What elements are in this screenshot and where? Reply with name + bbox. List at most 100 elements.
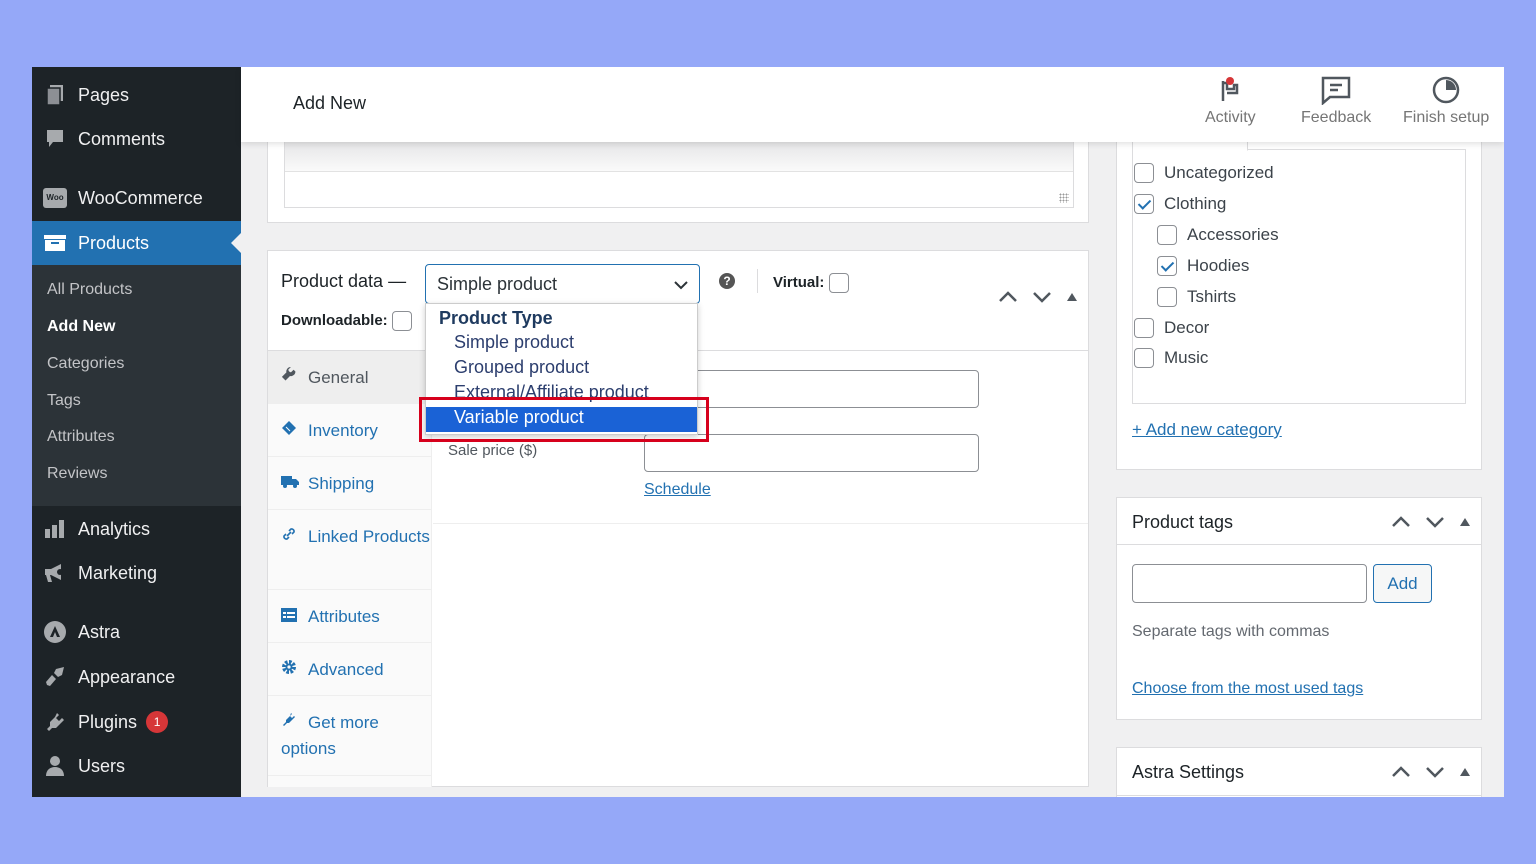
tab-general[interactable]: General — [268, 351, 432, 404]
category-label: Clothing — [1164, 194, 1227, 213]
sidebar-item-marketing[interactable]: Marketing — [32, 551, 241, 595]
sidebar-item-label: Appearance — [78, 666, 176, 687]
astra-settings-box: Astra Settings — [1116, 747, 1482, 797]
move-up-icon[interactable] — [1391, 766, 1411, 778]
submenu-add-new[interactable]: Add New — [47, 318, 115, 336]
tab-attributes[interactable]: Attributes — [268, 590, 432, 643]
category-label: Decor — [1164, 318, 1210, 337]
category-checkbox[interactable] — [1134, 348, 1154, 368]
list-icon — [281, 590, 308, 643]
choose-most-used-tags-link[interactable]: Choose from the most used tags — [1132, 680, 1363, 698]
sidebar-item-plugins[interactable]: Plugins 1 — [32, 700, 241, 744]
sidebar-item-appearance[interactable]: Appearance — [32, 655, 241, 699]
move-down-icon[interactable] — [1032, 291, 1052, 303]
plug-icon — [281, 710, 308, 736]
dropdown-group-label: Product Type — [439, 308, 553, 328]
activity-button[interactable]: Activity — [1205, 75, 1256, 127]
category-checklist: Uncategorized Clothing Accessories Hoodi… — [1132, 150, 1466, 404]
sidebar-item-astra[interactable]: Astra — [32, 610, 241, 654]
submenu-attributes[interactable]: Attributes — [47, 428, 115, 446]
sale-price-input[interactable] — [644, 434, 979, 472]
sale-price-label: Sale price ($) — [448, 442, 538, 459]
feedback-label: Feedback — [1301, 109, 1372, 126]
sidebar-item-label: Pages — [78, 84, 130, 105]
option-simple-product[interactable]: Simple product — [426, 332, 697, 357]
category-decor[interactable]: Decor — [1134, 318, 1209, 338]
astra-icon — [32, 620, 78, 644]
collapse-toggle-icon[interactable] — [1459, 517, 1471, 527]
truck-icon — [281, 457, 308, 510]
product-data-title: Product data — — [281, 271, 407, 291]
downloadable-label: Downloadable: — [281, 311, 388, 329]
move-up-icon[interactable] — [1391, 516, 1411, 528]
tab-advanced[interactable]: Advanced — [268, 643, 432, 696]
category-checkbox[interactable] — [1157, 256, 1177, 276]
update-count-badge: 1 — [146, 711, 169, 733]
divider — [1117, 795, 1481, 796]
marketing-icon — [32, 562, 78, 584]
sidebar-item-label: Comments — [78, 128, 166, 149]
option-external-affiliate-product[interactable]: External/Affiliate product — [426, 382, 697, 407]
woocommerce-icon: Woo — [32, 188, 78, 208]
downloadable-option: Downloadable: — [281, 311, 412, 331]
move-up-icon[interactable] — [998, 291, 1018, 303]
finish-setup-button[interactable]: Finish setup — [1403, 75, 1489, 127]
sidebar-item-users[interactable]: Users — [32, 744, 241, 788]
astra-settings-title: Astra Settings — [1132, 762, 1245, 782]
category-label: Music — [1164, 348, 1209, 367]
category-hoodies[interactable]: Hoodies — [1157, 256, 1249, 276]
collapse-toggle-icon[interactable] — [1459, 767, 1471, 777]
help-icon[interactable]: ? — [719, 273, 735, 289]
category-checkbox[interactable] — [1134, 163, 1154, 183]
sidebar-item-label: Analytics — [78, 518, 151, 539]
virtual-checkbox[interactable] — [828, 273, 849, 293]
box-controls — [1391, 766, 1471, 778]
products-submenu: All Products Add New Categories Tags Att… — [32, 265, 241, 506]
category-checkbox[interactable] — [1134, 194, 1154, 214]
resize-handle-icon[interactable] — [1059, 193, 1069, 203]
add-tag-button[interactable]: Add — [1373, 564, 1432, 603]
sidebar-item-analytics[interactable]: Analytics — [32, 507, 241, 551]
analytics-icon — [32, 519, 78, 539]
category-checkbox[interactable] — [1134, 318, 1154, 338]
category-tshirts[interactable]: Tshirts — [1157, 287, 1236, 307]
sidebar-item-label: Astra — [78, 621, 121, 642]
category-label: Uncategorized — [1164, 163, 1274, 182]
option-grouped-product[interactable]: Grouped product — [426, 357, 697, 382]
tab-get-more-options[interactable]: Get more options — [268, 696, 432, 776]
tab-label: General — [308, 368, 369, 387]
progress-circle-icon — [1432, 76, 1460, 104]
sidebar-item-comments[interactable]: Comments — [32, 117, 241, 161]
category-uncategorized[interactable]: Uncategorized — [1134, 163, 1274, 183]
option-variable-product[interactable]: Variable product — [426, 407, 697, 432]
tag-input[interactable] — [1132, 564, 1367, 603]
appearance-icon — [32, 666, 78, 688]
sidebar-item-pages[interactable]: Pages — [32, 73, 241, 117]
submenu-reviews[interactable]: Reviews — [47, 465, 107, 483]
tab-shipping[interactable]: Shipping — [268, 457, 432, 510]
submenu-all-products[interactable]: All Products — [47, 281, 132, 299]
category-checkbox[interactable] — [1157, 287, 1177, 307]
sidebar-item-woocommerce[interactable]: Woo WooCommerce — [32, 176, 241, 220]
category-music[interactable]: Music — [1134, 348, 1208, 368]
schedule-link[interactable]: Schedule — [644, 481, 711, 499]
tab-inventory[interactable]: Inventory — [268, 404, 432, 457]
virtual-option: Virtual: — [773, 273, 849, 293]
add-new-category-link[interactable]: + Add new category — [1132, 420, 1282, 440]
product-data-tabs: General Inventory Shipping Linked Produc… — [268, 351, 432, 787]
sidebar-item-products[interactable]: Products — [32, 221, 241, 265]
submenu-tags[interactable]: Tags — [47, 392, 81, 410]
category-clothing[interactable]: Clothing — [1134, 194, 1226, 214]
collapse-toggle-icon[interactable] — [1066, 292, 1078, 302]
chevron-down-icon — [674, 281, 688, 290]
category-checkbox[interactable] — [1157, 225, 1177, 245]
product-type-select[interactable]: Simple product — [425, 264, 700, 304]
tab-linked-products[interactable]: Linked Products — [268, 510, 432, 590]
downloadable-checkbox[interactable] — [391, 311, 412, 331]
move-down-icon[interactable] — [1425, 766, 1445, 778]
submenu-categories[interactable]: Categories — [47, 355, 124, 373]
move-down-icon[interactable] — [1425, 516, 1445, 528]
category-accessories[interactable]: Accessories — [1157, 225, 1279, 245]
divider — [433, 523, 1088, 524]
feedback-button[interactable]: Feedback — [1301, 75, 1371, 127]
